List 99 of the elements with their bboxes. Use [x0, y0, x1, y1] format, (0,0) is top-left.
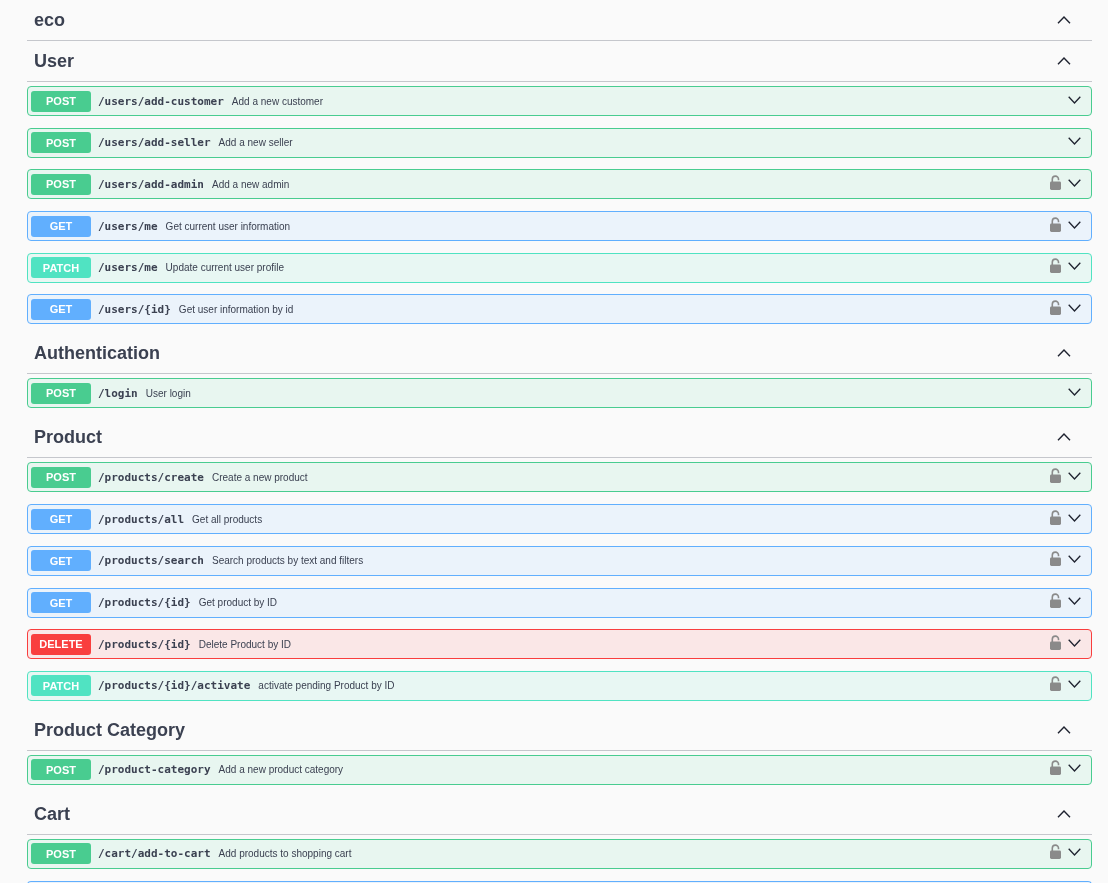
method-badge: POST [31, 759, 91, 781]
chevron-up-icon[interactable] [1057, 433, 1071, 442]
operation-row[interactable]: GET /products/search Search products by text and filters [27, 545, 1092, 576]
endpoint-summary: Add a new seller [218, 137, 293, 149]
endpoint-summary: Delete Product by ID [198, 638, 291, 650]
tag-title[interactable]: eco [34, 9, 66, 31]
operation-row[interactable]: POST /users/add-seller Add a new seller [27, 127, 1092, 158]
chevron-down-icon[interactable] [1068, 303, 1081, 312]
operation-row[interactable]: DELETE /products/{id} Delete Product by ID [27, 629, 1092, 660]
chevron-up-icon[interactable] [1057, 57, 1071, 65]
method-badge: POST [31, 173, 91, 195]
endpoint-summary: Add a new admin [211, 178, 290, 190]
padlock-icon[interactable] [1050, 299, 1061, 315]
padlock-icon[interactable] [1050, 509, 1061, 525]
operation-row[interactable]: POST /users/add-customer Add a new customer [27, 86, 1092, 116]
chevron-up-icon[interactable] [1057, 725, 1071, 734]
endpoint-path: /users/add-customer [98, 94, 224, 108]
tag-title[interactable]: User [34, 50, 75, 72]
operation-row[interactable]: POST /products/create Create a new product [27, 462, 1092, 493]
operation-row[interactable]: GET /products/all Get all products [27, 504, 1092, 535]
method-badge: POST [31, 132, 91, 154]
padlock-icon[interactable] [1050, 174, 1061, 190]
method-badge: GET [31, 550, 91, 572]
padlock-icon[interactable] [1050, 634, 1061, 650]
chevron-up-icon[interactable] [1057, 16, 1071, 24]
endpoint-path: /products/{id} [98, 637, 191, 651]
chevron-down-icon[interactable] [1068, 95, 1081, 104]
operation-row[interactable]: PATCH /users/me Update current user profile [27, 252, 1092, 283]
padlock-icon[interactable] [1050, 551, 1061, 567]
method-badge: DELETE [31, 633, 91, 655]
operation-row[interactable]: GET /users/me Get current user information [27, 211, 1092, 242]
padlock-icon[interactable] [1050, 467, 1061, 483]
method-badge: POST [31, 466, 91, 488]
endpoint-summary: Add a new product category [218, 764, 344, 776]
operation-row[interactable]: GET /users/{id} Get user information by id [27, 294, 1092, 325]
endpoint-path: /users/me [98, 219, 158, 233]
tag-title[interactable]: Authentication [34, 342, 160, 365]
chevron-down-icon[interactable] [1068, 471, 1081, 480]
operation-row[interactable]: POST /login User login [27, 378, 1092, 409]
method-badge: POST [31, 382, 91, 404]
endpoint-path: /product-category [98, 763, 211, 777]
endpoint-summary: Get user information by id [178, 303, 294, 315]
endpoint-path: /products/all [98, 512, 185, 526]
chevron-down-icon[interactable] [1068, 848, 1081, 857]
endpoint-summary: Add products to shopping cart [218, 848, 352, 860]
chevron-up-icon[interactable] [1057, 349, 1071, 358]
method-badge: GET [31, 508, 91, 530]
tag-title[interactable]: Cart [34, 802, 70, 825]
chevron-down-icon[interactable] [1068, 555, 1081, 564]
endpoint-path: /users/me [98, 261, 158, 275]
method-badge: PATCH [31, 257, 91, 279]
endpoint-path: /users/add-seller [98, 136, 211, 150]
chevron-down-icon[interactable] [1068, 680, 1081, 689]
padlock-icon[interactable] [1050, 760, 1061, 776]
chevron-down-icon[interactable] [1068, 137, 1081, 146]
chevron-up-icon[interactable] [1057, 809, 1071, 818]
chevron-down-icon[interactable] [1068, 387, 1081, 396]
chevron-down-icon[interactable] [1068, 262, 1081, 271]
endpoint-path: /cart/add-to-cart [98, 847, 211, 861]
method-badge: GET [31, 215, 91, 237]
operation-row[interactable]: POST /users/add-admin Add a new admin [27, 169, 1092, 200]
endpoint-summary: activate pending Product by ID [258, 680, 395, 692]
endpoint-summary: Create a new product [211, 471, 308, 483]
method-badge: GET [31, 298, 91, 320]
chevron-down-icon[interactable] [1068, 638, 1081, 647]
endpoint-path: /products/{id} [98, 596, 191, 609]
padlock-icon[interactable] [1050, 258, 1061, 274]
operation-row[interactable]: PATCH /products/{id}/activate activate pending Product by ID [27, 670, 1092, 701]
endpoint-path: /users/add-admin [98, 177, 204, 191]
operation-row[interactable]: GET /products/{id} Get product by ID [27, 587, 1092, 618]
endpoint-path: /products/search [98, 554, 204, 568]
chevron-down-icon[interactable] [1068, 178, 1081, 187]
endpoint-path: /products/create [98, 470, 204, 484]
operation-row[interactable]: POST /product-category Add a new product category [27, 754, 1092, 785]
endpoint-summary: Get all products [192, 513, 263, 525]
padlock-icon[interactable] [1050, 216, 1061, 232]
endpoint-path: /products/{id}/activate [98, 679, 251, 693]
tag-title[interactable]: Product Category [34, 718, 186, 741]
method-badge: POST [31, 843, 91, 865]
operation-row[interactable]: POST /cart/add-to-cart Add products to shopping cart [27, 838, 1092, 869]
padlock-icon[interactable] [1050, 676, 1061, 692]
chevron-down-icon[interactable] [1068, 597, 1081, 605]
endpoint-summary: Add a new customer [231, 95, 323, 107]
method-badge: POST [31, 90, 91, 112]
endpoint-path: /users/{id} [98, 302, 171, 316]
chevron-down-icon[interactable] [1068, 513, 1081, 522]
padlock-icon[interactable] [1050, 593, 1061, 608]
method-badge: GET [31, 592, 91, 613]
endpoint-summary: Search products by text and filters [211, 555, 364, 567]
padlock-icon[interactable] [1050, 844, 1061, 860]
chevron-down-icon[interactable] [1068, 220, 1081, 229]
tag-title[interactable]: Product [34, 426, 102, 449]
method-badge: PATCH [31, 675, 91, 697]
endpoint-path: /login [98, 386, 138, 400]
chevron-down-icon[interactable] [1068, 764, 1081, 773]
endpoint-summary: User login [145, 387, 191, 399]
endpoint-summary: Update current user profile [165, 262, 284, 274]
endpoint-summary: Get current user information [165, 220, 291, 232]
endpoint-summary: Get product by ID [198, 597, 278, 608]
